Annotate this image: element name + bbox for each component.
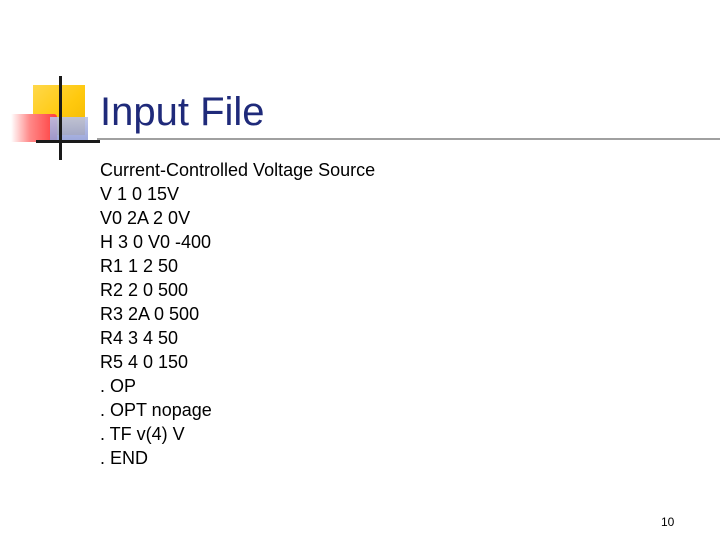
listing-line: R3 2A 0 500 bbox=[100, 304, 200, 324]
listing-line: H 3 0 V0 -400 bbox=[100, 232, 212, 252]
listing-line: V 1 0 15V bbox=[100, 184, 180, 204]
listing-line: V0 2A 2 0V bbox=[100, 208, 191, 228]
listing-line: . OP bbox=[100, 376, 137, 396]
horizontal-line-decoration bbox=[36, 140, 100, 143]
listing-line: R5 4 0 150 bbox=[100, 352, 189, 372]
listing-line: R4 3 4 50 bbox=[100, 328, 179, 348]
title-decoration bbox=[0, 0, 100, 170]
listing-line: Current-Controlled Voltage Source bbox=[100, 160, 376, 180]
input-file-listing: Current-Controlled Voltage Source V 1 0 … bbox=[100, 158, 375, 470]
title-underline bbox=[97, 138, 720, 140]
listing-line: R2 2 0 500 bbox=[100, 280, 189, 300]
listing-line: . OPT nopage bbox=[100, 400, 212, 420]
listing-line: R1 1 2 50 bbox=[100, 256, 179, 276]
vertical-line-decoration bbox=[59, 76, 62, 160]
slide-title: Input File bbox=[100, 90, 265, 134]
page-number: 10 bbox=[661, 515, 675, 529]
listing-line: . END bbox=[100, 448, 149, 468]
listing-line: . TF v(4) V bbox=[100, 424, 185, 444]
